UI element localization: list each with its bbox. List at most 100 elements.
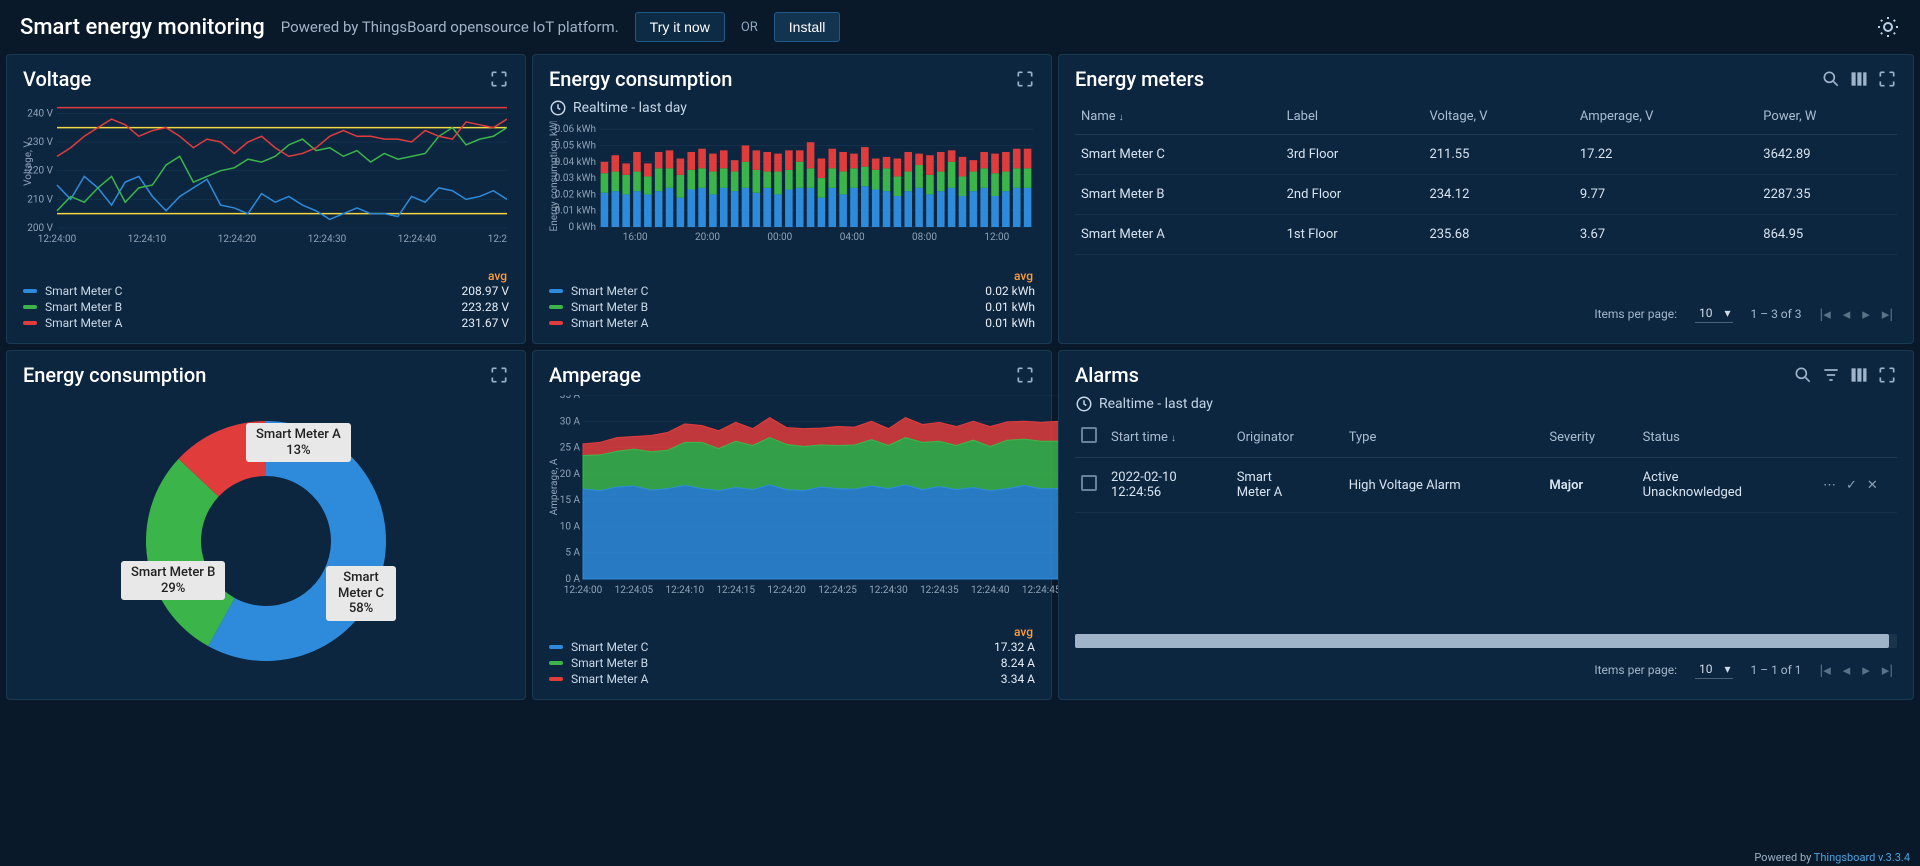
fullscreen-icon[interactable] bbox=[489, 365, 509, 385]
svg-text:5 A: 5 A bbox=[565, 548, 580, 559]
svg-text:12:24:20: 12:24:20 bbox=[218, 234, 257, 244]
clock-icon bbox=[1075, 395, 1093, 413]
fullscreen-icon[interactable] bbox=[1015, 365, 1035, 385]
select-all-checkbox[interactable] bbox=[1081, 427, 1097, 443]
prev-page-icon[interactable]: ◂ bbox=[1843, 661, 1851, 679]
col-originator[interactable]: Originator bbox=[1231, 417, 1343, 458]
time-window-label[interactable]: Realtime - last day bbox=[573, 100, 687, 116]
svg-text:15 A: 15 A bbox=[560, 495, 581, 506]
first-page-icon[interactable]: |◂ bbox=[1820, 305, 1831, 323]
legend-item[interactable]: Smart Meter B0.01 kWh bbox=[549, 299, 1035, 315]
items-per-page-label: Items per page: bbox=[1594, 663, 1677, 677]
legend-item[interactable]: Smart Meter A231.67 V bbox=[23, 315, 509, 331]
svg-text:12:24:00: 12:24:00 bbox=[564, 585, 603, 595]
alarms-title: Alarms bbox=[1075, 363, 1139, 387]
col-start-time[interactable]: Start time↓ bbox=[1105, 417, 1231, 458]
install-button[interactable]: Install bbox=[774, 12, 841, 42]
horizontal-scrollbar[interactable] bbox=[1075, 634, 1897, 648]
footer: Powered by Thingsboard v.3.3.4 bbox=[1754, 851, 1910, 864]
next-page-icon[interactable]: ▸ bbox=[1862, 661, 1870, 679]
columns-icon[interactable] bbox=[1849, 69, 1869, 89]
items-per-page-select[interactable]: 10 bbox=[1695, 660, 1733, 679]
legend-item[interactable]: Smart Meter C0.02 kWh bbox=[549, 283, 1035, 299]
col-power[interactable]: Power, W bbox=[1757, 99, 1897, 135]
items-per-page-label: Items per page: bbox=[1594, 307, 1677, 321]
fullscreen-icon[interactable] bbox=[1877, 365, 1897, 385]
svg-text:240 V: 240 V bbox=[27, 108, 53, 119]
col-severity[interactable]: Severity bbox=[1543, 417, 1636, 458]
columns-icon[interactable] bbox=[1849, 365, 1869, 385]
svg-text:0 kWh: 0 kWh bbox=[568, 222, 596, 233]
clock-icon bbox=[549, 99, 567, 117]
svg-text:Amperage, A: Amperage, A bbox=[549, 458, 560, 515]
legend-item[interactable]: Smart Meter A3.34 A bbox=[549, 671, 1035, 687]
theme-toggle-icon[interactable] bbox=[1876, 15, 1900, 39]
legend-item[interactable]: Smart Meter B223.28 V bbox=[23, 299, 509, 315]
svg-text:20:00: 20:00 bbox=[695, 232, 720, 241]
svg-text:0.06 kWh: 0.06 kWh bbox=[555, 124, 596, 135]
prev-page-icon[interactable]: ◂ bbox=[1843, 305, 1851, 323]
legend-item[interactable]: Smart Meter C17.32 A bbox=[549, 639, 1035, 655]
last-page-icon[interactable]: ▸| bbox=[1882, 661, 1893, 679]
col-voltage[interactable]: Voltage, V bbox=[1423, 99, 1573, 135]
svg-text:12:24:10: 12:24:10 bbox=[666, 585, 705, 595]
search-icon[interactable] bbox=[1793, 365, 1813, 385]
try-it-now-button[interactable]: Try it now bbox=[635, 12, 725, 42]
next-page-icon[interactable]: ▸ bbox=[1862, 305, 1870, 323]
svg-text:16:00: 16:00 bbox=[623, 232, 648, 241]
svg-text:12:24:50: 12:24:50 bbox=[488, 234, 507, 244]
svg-text:12:00: 12:00 bbox=[984, 232, 1009, 241]
svg-text:Energy consumption, kWh: Energy consumption, kWh bbox=[549, 121, 560, 231]
first-page-icon[interactable]: |◂ bbox=[1820, 661, 1831, 679]
thingsboard-link[interactable]: Thingsboard v.3.3.4 bbox=[1814, 851, 1910, 864]
legend-item[interactable]: Smart Meter C208.97 V bbox=[23, 283, 509, 299]
search-icon[interactable] bbox=[1821, 69, 1841, 89]
table-row[interactable]: Smart Meter B2nd Floor234.129.772287.35 bbox=[1075, 175, 1897, 215]
svg-text:08:00: 08:00 bbox=[912, 232, 937, 241]
table-row[interactable]: Smart Meter C3rd Floor211.5517.223642.89 bbox=[1075, 135, 1897, 175]
voltage-chart: 200 V210 V220 V230 V240 V12:24:0012:24:1… bbox=[23, 99, 509, 269]
amperage-title: Amperage bbox=[549, 363, 641, 387]
col-name[interactable]: Name↓ bbox=[1075, 99, 1281, 135]
more-icon[interactable]: ⋯ bbox=[1823, 478, 1836, 493]
or-label: OR bbox=[741, 20, 758, 35]
voltage-panel: Voltage 200 V210 V220 V230 V240 V12:24:0… bbox=[6, 54, 526, 344]
row-checkbox[interactable] bbox=[1081, 475, 1097, 491]
col-type[interactable]: Type bbox=[1343, 417, 1544, 458]
svg-text:12:24:40: 12:24:40 bbox=[971, 585, 1010, 595]
meters-title: Energy meters bbox=[1075, 67, 1204, 91]
avg-label: avg bbox=[549, 625, 1035, 639]
last-page-icon[interactable]: ▸| bbox=[1882, 305, 1893, 323]
svg-text:12:24:45: 12:24:45 bbox=[1022, 585, 1061, 595]
fullscreen-icon[interactable] bbox=[489, 69, 509, 89]
svg-text:Voltage, V: Voltage, V bbox=[23, 141, 34, 186]
legend-item[interactable]: Smart Meter B8.24 A bbox=[549, 655, 1035, 671]
energy-bar-chart: 0 kWh0.01 kWh0.02 kWh0.03 kWh0.04 kWh0.0… bbox=[549, 121, 1035, 269]
svg-text:0.03 kWh: 0.03 kWh bbox=[555, 173, 596, 184]
fullscreen-icon[interactable] bbox=[1015, 69, 1035, 89]
items-per-page-select[interactable]: 10 bbox=[1695, 304, 1733, 323]
svg-text:0.01 kWh: 0.01 kWh bbox=[555, 206, 596, 217]
svg-text:12:24:00: 12:24:00 bbox=[38, 234, 77, 244]
ack-icon[interactable]: ✓ bbox=[1846, 478, 1857, 493]
alarms-panel: Alarms Realtime - last day Start time↓ O… bbox=[1058, 350, 1914, 700]
svg-text:0.05 kWh: 0.05 kWh bbox=[555, 140, 596, 151]
table-row[interactable]: Smart Meter A1st Floor235.683.67864.95 bbox=[1075, 215, 1897, 255]
col-label[interactable]: Label bbox=[1281, 99, 1424, 135]
clear-icon[interactable]: ✕ bbox=[1867, 478, 1878, 493]
time-window-label[interactable]: Realtime - last day bbox=[1099, 396, 1213, 412]
energy-consumption-pie-panel: Energy consumption Smart Meter A13%Smart… bbox=[6, 350, 526, 700]
table-row[interactable]: 2022-02-1012:24:56SmartMeter AHigh Volta… bbox=[1075, 458, 1897, 513]
col-amperage[interactable]: Amperage, V bbox=[1574, 99, 1757, 135]
legend-item[interactable]: Smart Meter A0.01 kWh bbox=[549, 315, 1035, 331]
svg-text:35 A: 35 A bbox=[560, 395, 581, 401]
filter-icon[interactable] bbox=[1821, 365, 1841, 385]
page-title: Smart energy monitoring bbox=[20, 15, 265, 40]
svg-text:12:24:40: 12:24:40 bbox=[398, 234, 437, 244]
svg-text:200 V: 200 V bbox=[27, 223, 53, 234]
avg-label: avg bbox=[23, 269, 509, 283]
col-status[interactable]: Status bbox=[1637, 417, 1817, 458]
fullscreen-icon[interactable] bbox=[1877, 69, 1897, 89]
svg-text:12:24:20: 12:24:20 bbox=[767, 585, 806, 595]
svg-text:12:24:35: 12:24:35 bbox=[920, 585, 959, 595]
